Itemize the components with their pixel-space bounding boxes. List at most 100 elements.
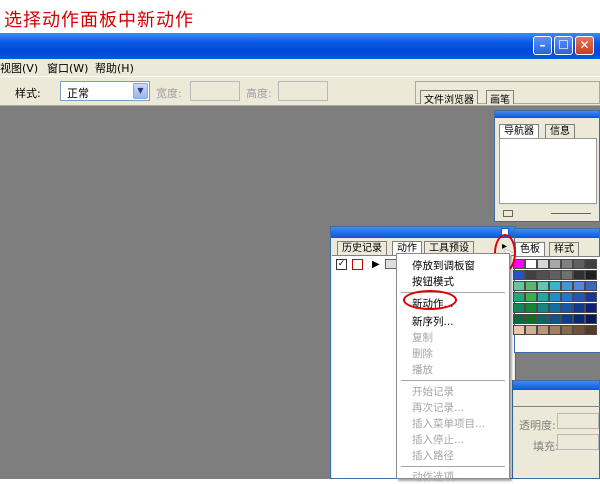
color-swatch[interactable] <box>561 270 573 280</box>
layers-panel: 透明度: 填充: <box>512 380 600 479</box>
menu-item-insert-stop: 插入停止... <box>412 434 465 446</box>
color-swatch[interactable] <box>585 281 597 291</box>
actions-panel-menu: 停放到调板窗 按钮模式 新动作... 新序列... 复制 删除 播放 开始记录 … <box>396 253 510 483</box>
color-swatch[interactable] <box>525 303 537 313</box>
color-swatch[interactable] <box>513 314 525 324</box>
tab-file-browser[interactable]: 文件浏览器 <box>420 90 478 106</box>
menu-item-new-set[interactable]: 新序列... <box>412 314 454 329</box>
color-swatch[interactable] <box>549 314 561 324</box>
color-swatch[interactable] <box>549 270 561 280</box>
color-swatch[interactable] <box>561 292 573 302</box>
color-swatch[interactable] <box>573 325 585 335</box>
color-swatch[interactable] <box>549 325 561 335</box>
color-swatch[interactable] <box>537 292 549 302</box>
options-bar: 样式: 正常 ▼ 宽度: 高度: 文件浏览器 画笔 <box>0 76 600 106</box>
menu-help[interactable]: 帮助(H) <box>95 60 134 76</box>
menu-item-delete: 删除 <box>412 348 433 360</box>
annotation-circle-new-action <box>403 290 457 310</box>
maximize-button[interactable]: ☐ <box>554 36 573 55</box>
menu-item-action-options: 动作选项... <box>412 471 465 483</box>
tab-history[interactable]: 历史记录 <box>337 241 387 255</box>
height-field <box>278 81 328 101</box>
color-swatch[interactable] <box>549 259 561 269</box>
tab-brush[interactable]: 画笔 <box>486 90 514 106</box>
color-swatch[interactable] <box>585 325 597 335</box>
style-select-value: 正常 <box>67 87 89 100</box>
color-swatch[interactable] <box>537 270 549 280</box>
fill-field <box>557 434 599 450</box>
dialog-toggle-icon[interactable] <box>352 259 363 270</box>
style-select[interactable]: 正常 ▼ <box>60 81 150 101</box>
color-swatch[interactable] <box>585 259 597 269</box>
zoom-slider[interactable] <box>551 213 591 214</box>
color-swatch[interactable] <box>549 303 561 313</box>
tab-color[interactable]: 色板 <box>515 242 545 256</box>
color-swatch[interactable] <box>573 303 585 313</box>
color-swatch[interactable] <box>585 292 597 302</box>
color-swatch[interactable] <box>561 325 573 335</box>
tab-style[interactable]: 样式 <box>549 242 579 256</box>
color-swatch[interactable] <box>573 259 585 269</box>
minimize-button[interactable]: – <box>533 36 552 55</box>
menu-separator <box>401 380 505 381</box>
color-swatch[interactable] <box>525 292 537 302</box>
check-icon[interactable]: ✓ <box>336 259 347 270</box>
opacity-label: 透明度: <box>519 419 556 432</box>
color-swatch[interactable] <box>561 303 573 313</box>
color-swatch[interactable] <box>525 270 537 280</box>
width-field <box>190 81 240 101</box>
color-swatch[interactable] <box>537 325 549 335</box>
menu-item-start-recording: 开始记录 <box>412 386 454 398</box>
close-button[interactable]: ✕ <box>575 36 594 55</box>
color-swatch[interactable] <box>585 270 597 280</box>
chevron-down-icon[interactable]: ▼ <box>133 83 148 99</box>
menu-item-play: 播放 <box>412 364 433 376</box>
expand-triangle-icon[interactable]: ▶ <box>372 259 380 270</box>
color-swatch[interactable] <box>573 270 585 280</box>
menu-separator <box>401 466 505 467</box>
color-swatch[interactable] <box>537 314 549 324</box>
color-swatch[interactable] <box>513 303 525 313</box>
menu-item-record-again: 再次记录... <box>412 402 465 414</box>
color-swatch[interactable] <box>513 281 525 291</box>
menu-item-insert-menu-item: 插入菜单项目... <box>412 418 486 430</box>
color-swatch[interactable] <box>573 314 585 324</box>
menu-bar: 视图(V) 窗口(W) 帮助(H) <box>0 59 600 76</box>
opacity-field <box>557 413 599 429</box>
menu-window[interactable]: 窗口(W) <box>47 60 88 76</box>
color-swatch[interactable] <box>525 325 537 335</box>
menu-item-duplicate: 复制 <box>412 332 433 344</box>
tab-navigator[interactable]: 导航器 <box>499 124 539 138</box>
color-swatch[interactable] <box>573 292 585 302</box>
color-swatch[interactable] <box>513 270 525 280</box>
fill-label: 填充: <box>533 440 559 453</box>
color-swatch[interactable] <box>561 281 573 291</box>
color-swatch[interactable] <box>585 314 597 324</box>
color-swatch[interactable] <box>537 281 549 291</box>
color-swatch[interactable] <box>585 303 597 313</box>
menu-item-dock[interactable]: 停放到调板窗 <box>412 258 475 273</box>
app-title-bar: – ☐ ✕ <box>0 33 600 59</box>
color-swatch[interactable] <box>561 259 573 269</box>
menu-item-insert-path: 插入路径 <box>412 450 454 462</box>
style-label: 样式: <box>15 87 41 100</box>
menu-view[interactable]: 视图(V) <box>0 60 38 76</box>
height-label: 高度: <box>246 87 272 100</box>
zoom-out-icon[interactable] <box>503 210 513 217</box>
color-swatch[interactable] <box>525 314 537 324</box>
color-swatch[interactable] <box>537 303 549 313</box>
color-swatch[interactable] <box>525 281 537 291</box>
color-swatch[interactable] <box>525 259 537 269</box>
color-swatch[interactable] <box>561 314 573 324</box>
palette-well: 文件浏览器 画笔 <box>415 81 600 106</box>
color-swatch[interactable] <box>549 281 561 291</box>
color-swatch[interactable] <box>549 292 561 302</box>
color-swatch[interactable] <box>513 325 525 335</box>
color-swatch[interactable] <box>513 292 525 302</box>
menu-item-button-mode[interactable]: 按钮模式 <box>412 274 454 289</box>
color-swatch[interactable] <box>573 281 585 291</box>
tab-info[interactable]: 信息 <box>545 124 575 138</box>
navigator-panel: 导航器 信息 <box>494 110 600 222</box>
navigator-preview <box>499 138 597 204</box>
color-swatch[interactable] <box>537 259 549 269</box>
